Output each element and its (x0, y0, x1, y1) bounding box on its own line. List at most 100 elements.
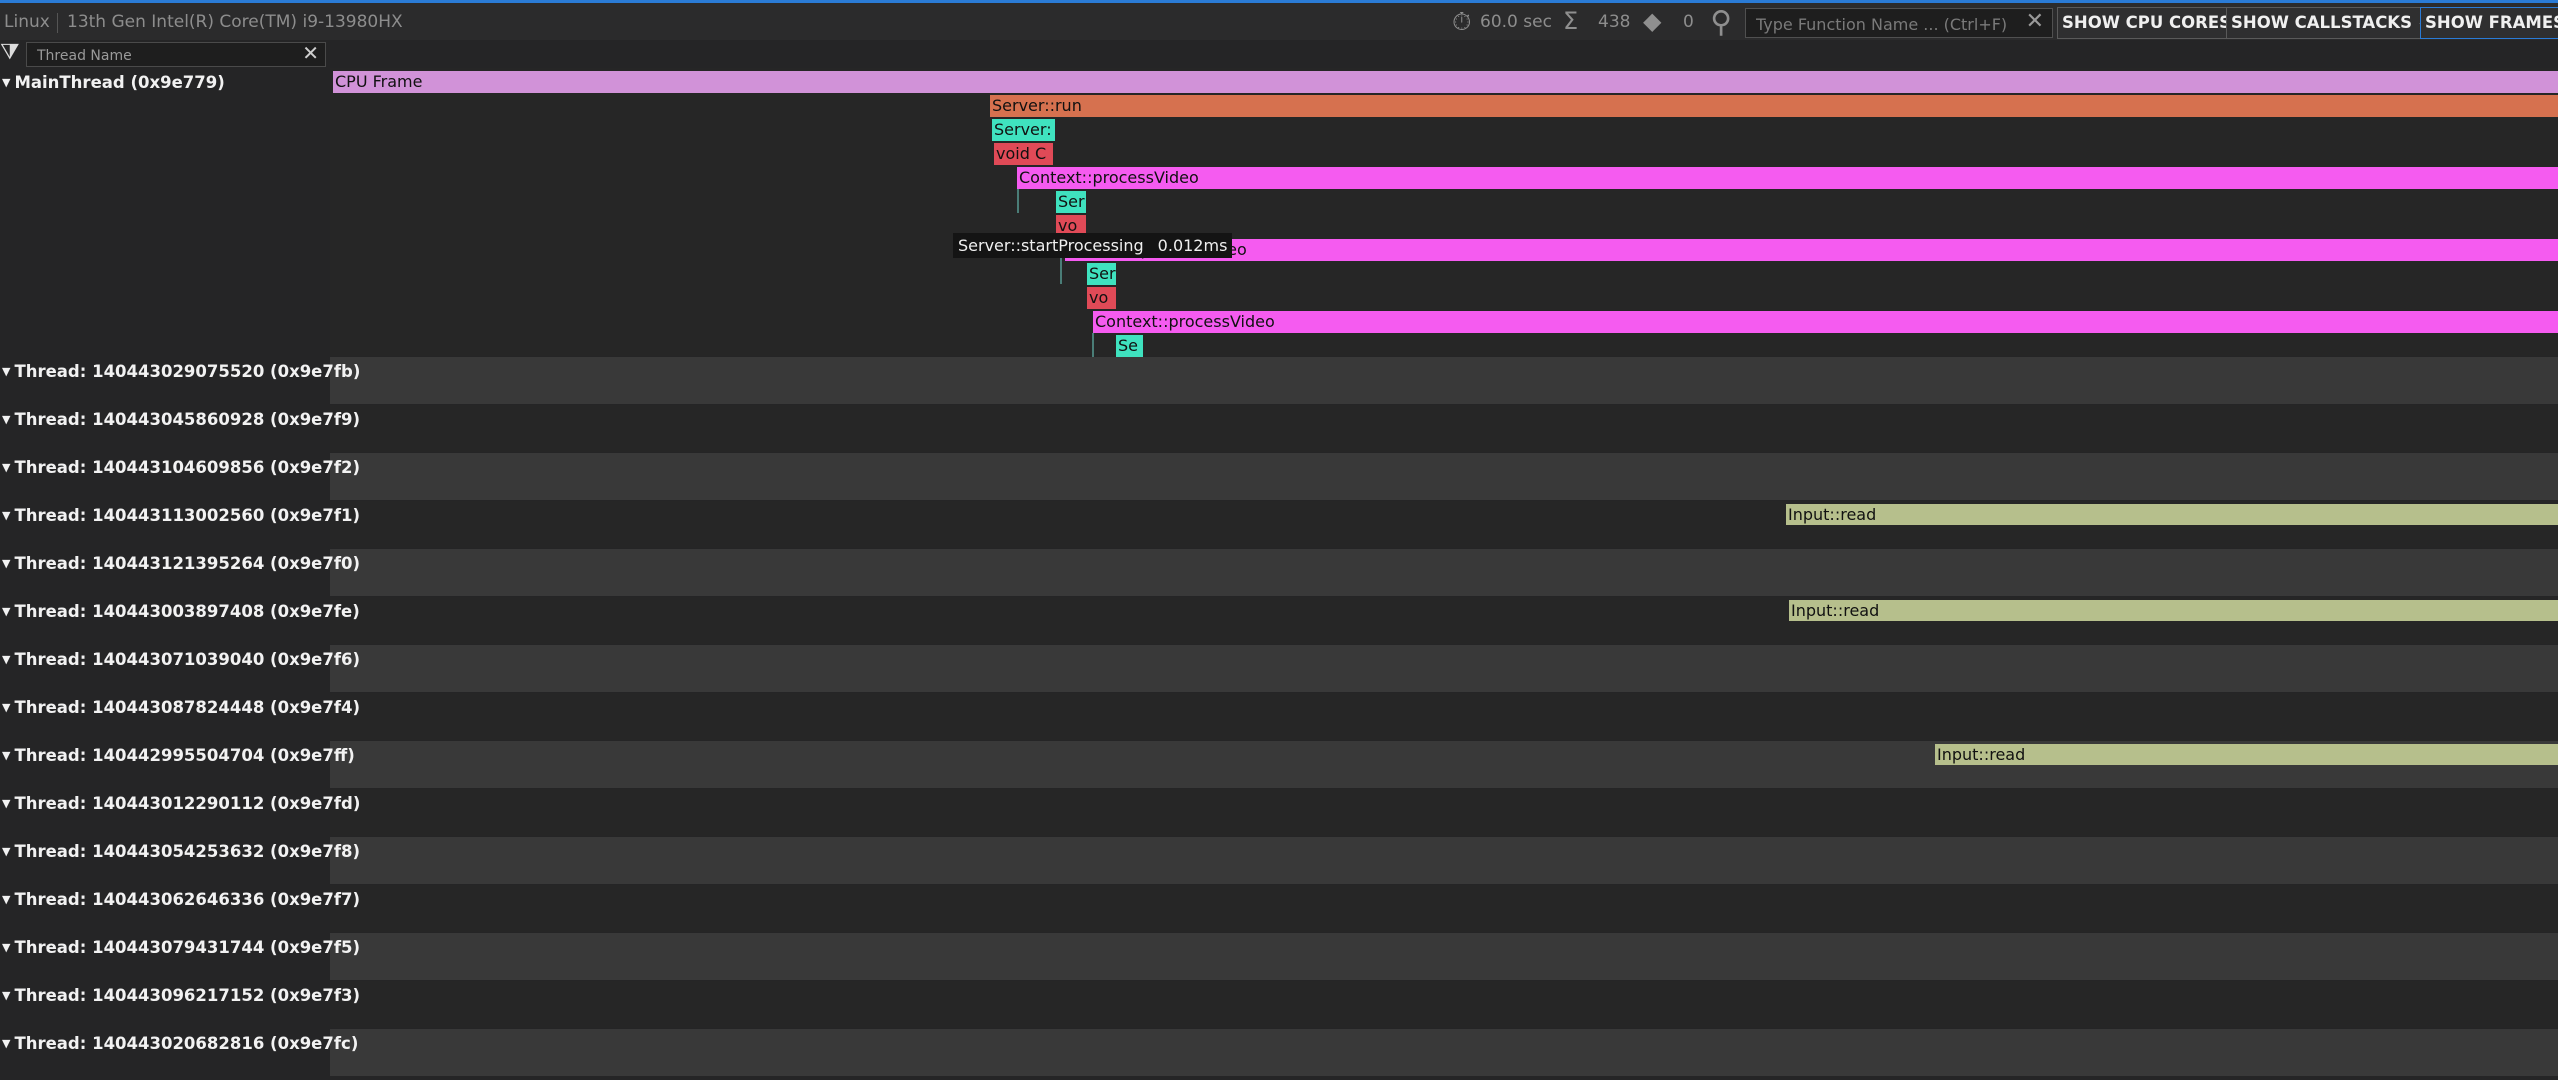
thread-row[interactable]: ▼ Thread: 140443054253632 (0x9e7f8) (0, 837, 2558, 885)
thread-label[interactable]: ▼ Thread: 140442995504704 (0x9e7ff) (2, 746, 355, 765)
thread-label[interactable]: ▼ Thread: 140443012290112 (0x9e7fd) (2, 794, 360, 813)
thread-row[interactable]: ▼ Thread: 140443045860928 (0x9e7f9) (0, 405, 2558, 453)
thread-row[interactable]: ▼ Thread: 140443003897408 (0x9e7fe) Input:… (0, 597, 2558, 645)
thread-label[interactable]: ▼ Thread: 140443062646336 (0x9e7f7) (2, 890, 360, 909)
timeline-lane[interactable] (330, 549, 2558, 596)
thread-row[interactable]: ▼ Thread: 140443079431744 (0x9e7f5) (0, 933, 2558, 981)
event-bar[interactable]: CPU Frame (333, 71, 2558, 93)
filter-icon[interactable]: ⧩ (0, 40, 20, 65)
thread-label[interactable]: ▼ MainThread (0x9e779) (2, 73, 225, 92)
expand-triangle-icon[interactable]: ▼ (2, 797, 10, 810)
thread-label-text: Thread: 140443054253632 (0x9e7f8) (14, 842, 361, 861)
marker-count: 0 (1683, 12, 1694, 32)
capture-duration: 60.0 sec (1480, 12, 1552, 32)
timeline-lane[interactable] (330, 789, 2558, 836)
show-callstacks-button[interactable]: SHOW CALLSTACKS ⌄ (2226, 7, 2435, 39)
timeline-lane[interactable] (330, 357, 2558, 404)
event-bar[interactable]: Ser (1087, 263, 1116, 285)
event-bar[interactable]: Context::processVideo (1065, 239, 2558, 261)
thread-label-text: Thread: 140443062646336 (0x9e7f7) (14, 890, 361, 909)
thread-label[interactable]: ▼ Thread: 140443054253632 (0x9e7f8) (2, 842, 360, 861)
thread-row[interactable]: ▼ Thread: 140443029075520 (0x9e7fb) (0, 357, 2558, 405)
stopwatch-icon: ⏱ (1452, 7, 1472, 36)
thread-label[interactable]: ▼ Thread: 140443003897408 (0x9e7fe) (2, 602, 360, 621)
timeline-lane[interactable] (330, 1029, 2558, 1076)
clear-search-icon[interactable]: ✕ (2026, 9, 2044, 34)
thread-row[interactable]: ▼ Thread: 140443104609856 (0x9e7f2) (0, 453, 2558, 501)
timeline-lane[interactable] (330, 645, 2558, 692)
thread-label[interactable]: ▼ Thread: 140443113002560 (0x9e7f1) (2, 506, 360, 525)
expand-triangle-icon[interactable]: ▼ (2, 509, 10, 522)
timeline-lane[interactable] (330, 453, 2558, 500)
thread-label[interactable]: ▼ Thread: 140443045860928 (0x9e7f9) (2, 410, 360, 429)
show-cpu-cores-button[interactable]: SHOW CPU CORES (2057, 7, 2237, 39)
thread-row[interactable]: ▼ Thread: 140443071039040 (0x9e7f6) (0, 645, 2558, 693)
search-icon[interactable]: ⚲ (1710, 5, 1732, 40)
thread-row[interactable]: ▼ Thread: 140443020682816 (0x9e7fc) (0, 1029, 2558, 1077)
event-bar[interactable]: Input::read (1935, 744, 2558, 765)
thread-label[interactable]: ▼ Thread: 140443020682816 (0x9e7fc) (2, 1034, 358, 1053)
thread-row[interactable]: ▼ Thread: 140442995504704 (0x9e7ff) Input:… (0, 741, 2558, 789)
thread-label-text: Thread: 140443071039040 (0x9e7f6) (14, 650, 361, 669)
timeline-lane[interactable] (330, 981, 2558, 1028)
thread-row[interactable]: ▼ Thread: 140443096217152 (0x9e7f3) (0, 981, 2558, 1029)
thread-name-input[interactable] (35, 45, 299, 66)
thread-label[interactable]: ▼ Thread: 140443071039040 (0x9e7f6) (2, 650, 360, 669)
timeline-lane[interactable] (330, 693, 2558, 740)
thread-row[interactable]: ▼ Thread: 140443087824448 (0x9e7f4) (0, 693, 2558, 741)
timeline-lane[interactable] (330, 837, 2558, 884)
expand-triangle-icon[interactable]: ▼ (2, 413, 10, 426)
thread-row[interactable]: ▼ Thread: 140443012290112 (0x9e7fd) (0, 789, 2558, 837)
expand-triangle-icon[interactable]: ▼ (2, 76, 10, 89)
thread-label[interactable]: ▼ Thread: 140443029075520 (0x9e7fb) (2, 362, 360, 381)
expand-triangle-icon[interactable]: ▼ (2, 701, 10, 714)
thread-row[interactable]: ▼ Thread: 140443121395264 (0x9e7f0) (0, 549, 2558, 597)
expand-triangle-icon[interactable]: ▼ (2, 605, 10, 618)
thread-label-text: Thread: 140443045860928 (0x9e7f9) (14, 410, 361, 429)
event-bar[interactable]: Se (1116, 335, 1143, 357)
show-frames-button[interactable]: SHOW FRAMES (2420, 7, 2558, 39)
tooltip-duration: 0.012ms (1157, 236, 1228, 255)
thread-label[interactable]: ▼ Thread: 140443087824448 (0x9e7f4) (2, 698, 360, 717)
expand-triangle-icon[interactable]: ▼ (2, 989, 10, 1002)
thread-label-text: Thread: 140443020682816 (0x9e7fc) (14, 1034, 359, 1053)
event-bar[interactable]: Ser (1056, 191, 1086, 213)
event-bar[interactable]: Server::run (990, 95, 2558, 117)
expand-triangle-icon[interactable]: ▼ (2, 941, 10, 954)
expand-triangle-icon[interactable]: ▼ (2, 557, 10, 570)
function-search[interactable]: ✕ (1745, 8, 2053, 38)
sigma-icon: Σ (1563, 7, 1579, 35)
thread-label[interactable]: ▼ Thread: 140443079431744 (0x9e7f5) (2, 938, 360, 957)
timeline-lane[interactable] (330, 933, 2558, 980)
thread-row[interactable]: ▼ Thread: 140443062646336 (0x9e7f7) (0, 885, 2558, 933)
thread-label[interactable]: ▼ Thread: 140443104609856 (0x9e7f2) (2, 458, 360, 477)
thread-label-text: Thread: 140443113002560 (0x9e7f1) (14, 506, 361, 525)
expand-triangle-icon[interactable]: ▼ (2, 845, 10, 858)
thread-row[interactable]: ▼ Thread: 140443113002560 (0x9e7f1) Input:… (0, 501, 2558, 549)
timeline-lane[interactable] (330, 405, 2558, 452)
call-connector-line (1092, 333, 1094, 357)
event-bar[interactable]: Server: (992, 119, 1055, 141)
expand-triangle-icon[interactable]: ▼ (2, 461, 10, 474)
expand-triangle-icon[interactable]: ▼ (2, 1037, 10, 1050)
thread-label-text: MainThread (0x9e779) (14, 73, 225, 92)
expand-triangle-icon[interactable]: ▼ (2, 893, 10, 906)
event-bar[interactable]: Input::read (1786, 504, 2558, 525)
clear-filter-icon[interactable]: ✕ (302, 41, 319, 65)
thread-label[interactable]: ▼ Thread: 140443096217152 (0x9e7f3) (2, 986, 360, 1005)
expand-triangle-icon[interactable]: ▼ (2, 749, 10, 762)
function-search-input[interactable] (1754, 12, 2018, 36)
event-bar[interactable]: Context::processVideo (1017, 167, 2558, 189)
event-bar[interactable]: Input::read (1789, 600, 2558, 621)
expand-triangle-icon[interactable]: ▼ (2, 653, 10, 666)
expand-triangle-icon[interactable]: ▼ (2, 365, 10, 378)
toolbar: Linux 13th Gen Intel(R) Core(TM) i9-1398… (0, 3, 2558, 40)
timeline-lane[interactable] (330, 885, 2558, 932)
event-tooltip: Server::startProcessing 0.012ms (953, 233, 1233, 258)
event-bar[interactable]: vo (1087, 287, 1116, 309)
thread-name-filter[interactable]: ✕ (26, 41, 326, 67)
thread-label[interactable]: ▼ Thread: 140443121395264 (0x9e7f0) (2, 554, 360, 573)
thread-label-text: Thread: 140442995504704 (0x9e7ff) (14, 746, 355, 765)
event-bar[interactable]: void C (994, 143, 1053, 165)
event-bar[interactable]: Context::processVideo (1093, 311, 2558, 333)
